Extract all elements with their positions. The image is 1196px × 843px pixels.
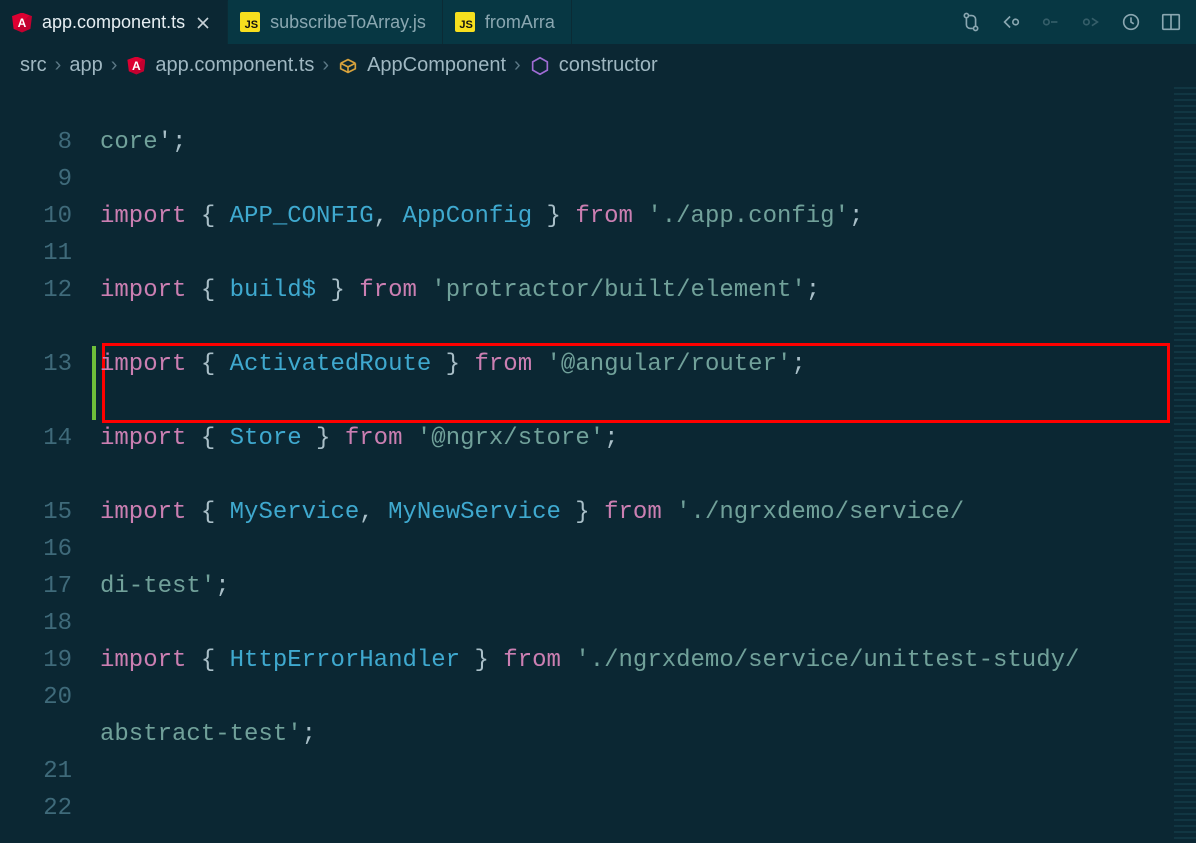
chevron-right-icon: › bbox=[514, 54, 521, 77]
js-icon: JS bbox=[240, 12, 260, 32]
tab-subscribe-to-array[interactable]: JS subscribeToArray.js bbox=[228, 0, 443, 44]
editor-toolbar bbox=[960, 0, 1196, 44]
chevron-right-icon: › bbox=[111, 54, 118, 77]
minimap[interactable] bbox=[1174, 87, 1196, 840]
run-icon[interactable] bbox=[1080, 11, 1102, 33]
chevron-right-icon: › bbox=[322, 54, 329, 77]
class-icon bbox=[337, 55, 359, 77]
angular-icon bbox=[12, 13, 32, 33]
tab-app-component[interactable]: app.component.ts bbox=[0, 0, 228, 44]
close-icon[interactable] bbox=[195, 15, 211, 31]
editor-tabs: app.component.ts JS subscribeToArray.js … bbox=[0, 0, 1196, 44]
code-editor[interactable]: 8 9 10 11 12 13 14 15 16 17 18 19 20 21 … bbox=[0, 87, 1196, 840]
code-area[interactable]: core'; import { APP_CONFIG, AppConfig } … bbox=[92, 87, 1196, 840]
angular-icon bbox=[125, 55, 147, 77]
tab-label: app.component.ts bbox=[42, 12, 185, 33]
go-forward-icon[interactable] bbox=[1040, 11, 1062, 33]
breadcrumb: src › app › app.component.ts › AppCompon… bbox=[0, 44, 1196, 87]
crumb-file[interactable]: app.component.ts bbox=[155, 54, 314, 77]
compare-changes-icon[interactable] bbox=[960, 11, 982, 33]
tab-from-array[interactable]: JS fromArra bbox=[443, 0, 572, 44]
go-back-icon[interactable] bbox=[1000, 11, 1022, 33]
tab-label: fromArra bbox=[485, 12, 555, 33]
crumb-app[interactable]: app bbox=[69, 54, 102, 77]
crumb-class[interactable]: AppComponent bbox=[367, 54, 506, 77]
method-icon bbox=[529, 55, 551, 77]
line-number-gutter: 8 9 10 11 12 13 14 15 16 17 18 19 20 21 … bbox=[0, 87, 92, 840]
split-editor-icon[interactable] bbox=[1160, 11, 1182, 33]
tab-label: subscribeToArray.js bbox=[270, 12, 426, 33]
js-icon: JS bbox=[455, 12, 475, 32]
timeline-icon[interactable] bbox=[1120, 11, 1142, 33]
chevron-right-icon: › bbox=[55, 54, 62, 77]
crumb-src[interactable]: src bbox=[20, 54, 47, 77]
crumb-method[interactable]: constructor bbox=[559, 54, 658, 77]
